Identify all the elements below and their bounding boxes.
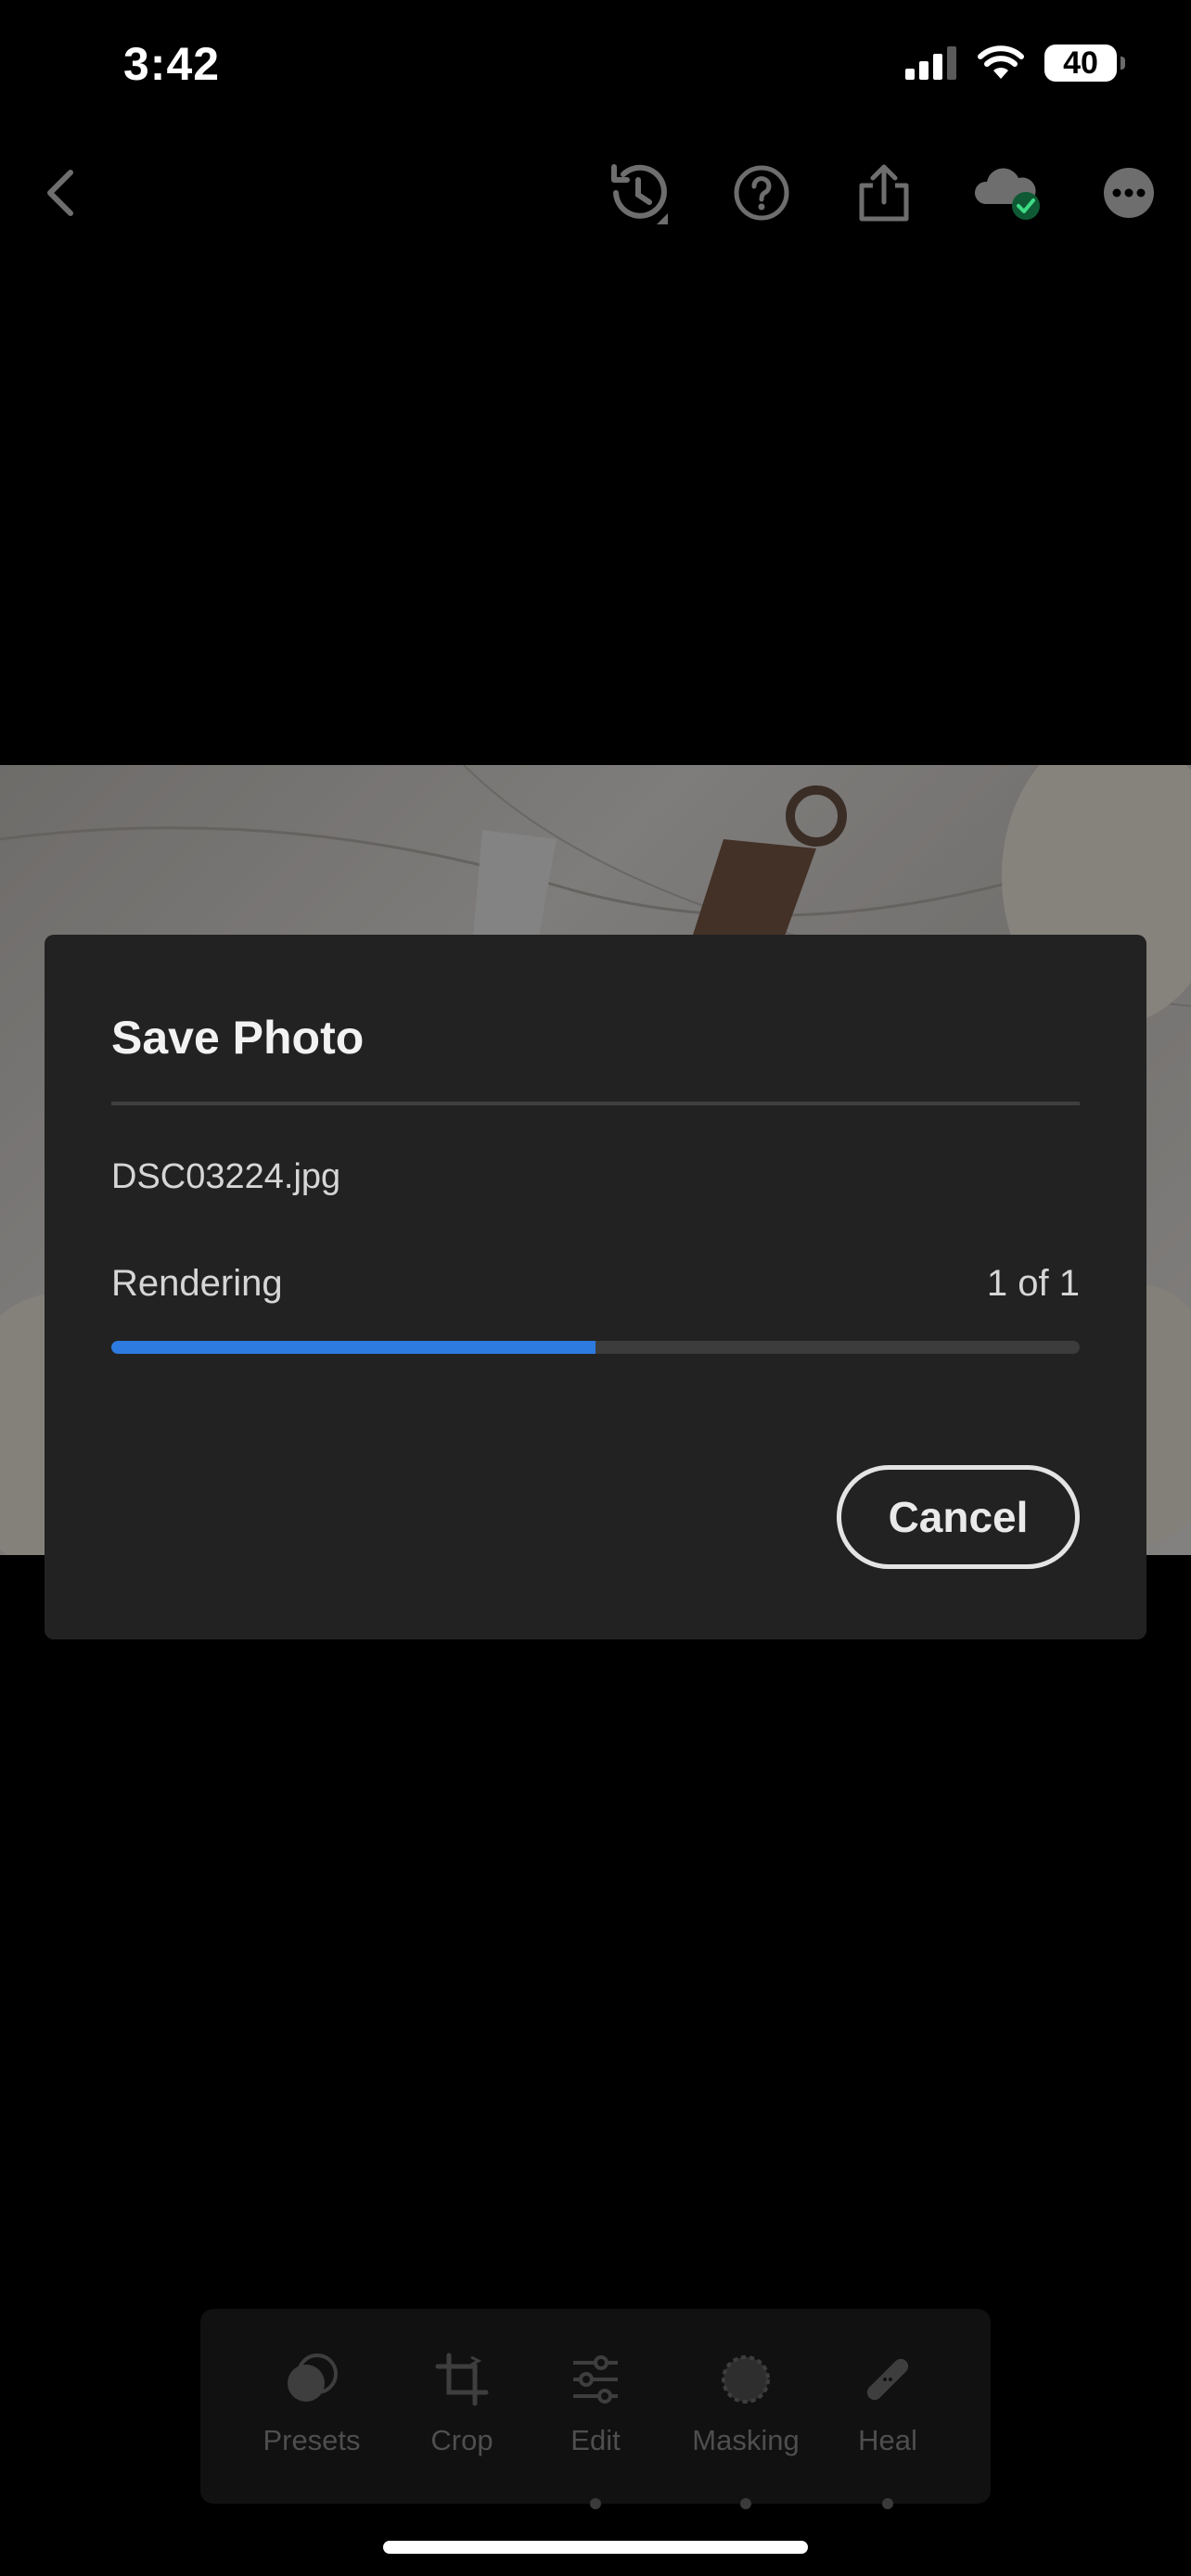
tool-label: Heal [858, 2424, 917, 2456]
tool-presets[interactable]: Presets [242, 2309, 381, 2504]
tool-indicator-dot [740, 2498, 751, 2509]
status-time: 3:42 [123, 38, 221, 90]
tool-label: Edit [570, 2424, 621, 2456]
render-status: Rendering [111, 1263, 283, 1304]
masking-icon [722, 2355, 770, 2404]
help-button[interactable] [724, 156, 799, 230]
crop-icon [435, 2353, 489, 2406]
save-photo-dialog: Save Photo DSC03224.jpg Rendering 1 of 1… [45, 935, 1146, 1639]
cancel-button[interactable]: Cancel [837, 1465, 1080, 1569]
progress-bar [111, 1341, 1080, 1354]
battery-icon: 40 [1044, 45, 1125, 82]
tool-indicator-dot [590, 2498, 601, 2509]
tool-label: Presets [263, 2424, 361, 2456]
progress-fill [111, 1341, 596, 1354]
back-button[interactable] [24, 156, 98, 230]
bottom-toolbar: Presets Crop Edit Masking Heal [200, 2309, 991, 2509]
tool-masking[interactable]: Masking [676, 2309, 815, 2509]
history-icon [611, 164, 668, 224]
heal-bandage-icon [866, 2358, 909, 2401]
history-button[interactable] [601, 156, 675, 230]
tool-heal[interactable]: Heal [818, 2309, 957, 2509]
home-indicator[interactable] [383, 2541, 808, 2554]
presets-icon [288, 2353, 338, 2402]
file-name: DSC03224.jpg [111, 1157, 341, 1196]
cloud-sync-button[interactable] [968, 156, 1043, 230]
render-count: 1 of 1 [986, 1263, 1080, 1304]
share-button[interactable] [847, 156, 921, 230]
battery-level: 40 [1063, 45, 1098, 81]
tool-label: Crop [430, 2424, 493, 2456]
help-icon [734, 165, 789, 221]
tool-edit[interactable]: Edit [526, 2309, 665, 2509]
more-icon [1104, 168, 1154, 218]
edit-sliders-icon [573, 2355, 618, 2404]
more-button[interactable] [1092, 156, 1166, 230]
dialog-title: Save Photo [111, 1012, 365, 1064]
signal-icon [905, 46, 956, 80]
tool-crop[interactable]: Crop [392, 2309, 531, 2504]
back-icon [47, 170, 73, 216]
status-icons: 40 [905, 45, 1125, 82]
cloud-synced-icon [974, 168, 1040, 220]
share-icon [859, 164, 909, 222]
dialog-divider [111, 1102, 1080, 1105]
tool-label: Masking [692, 2424, 800, 2456]
wifi-icon [978, 45, 1024, 79]
tool-indicator-dot [882, 2498, 893, 2509]
